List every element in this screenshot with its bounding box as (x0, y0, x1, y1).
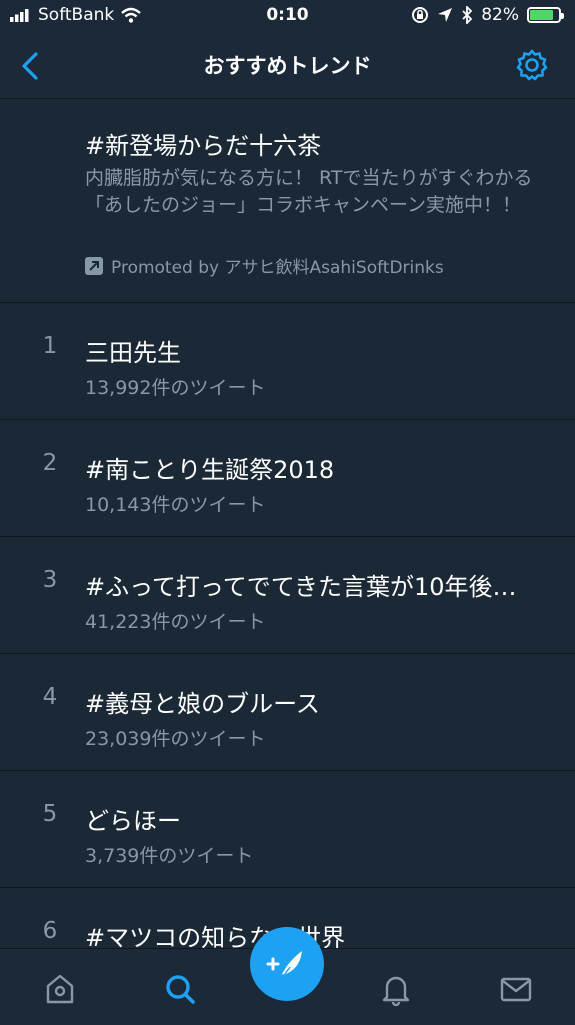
trend-rank: 2 (42, 450, 58, 476)
trend-title: どらほー (85, 807, 181, 835)
trend-title: 三田先生 (85, 339, 181, 367)
trend-count: 3,739件のツイート (85, 845, 254, 867)
status-bar: SoftBank 0:10 82% (0, 0, 575, 34)
trend-count: 23,039件のツイート (85, 728, 266, 750)
location-icon (438, 8, 453, 22)
trend-rank: 4 (42, 684, 58, 710)
promoted-trend[interactable]: #新登場からだ十六茶 内臓脂肪が気になる方に！ RTで当たりがすぐわかる「あした… (0, 99, 575, 303)
settings-button[interactable] (515, 48, 549, 82)
rotation-lock-icon (412, 7, 429, 23)
trend-item[interactable]: 5 どらほー 3,739件のツイート (0, 771, 575, 888)
trend-list: #新登場からだ十六茶 内臓脂肪が気になる方に！ RTで当たりがすぐわかる「あした… (0, 99, 575, 1005)
promoted-icon (85, 256, 103, 275)
gear-icon (516, 49, 548, 81)
battery-level (530, 10, 553, 20)
trend-count: 41,223件のツイート (85, 611, 266, 633)
tab-notifications[interactable] (376, 969, 416, 1009)
compose-tweet-button[interactable] (250, 927, 324, 1001)
promoted-description: 内臓脂肪が気になる方に！ RTで当たりがすぐわかる「あしたのジョー」コラボキャン… (85, 167, 533, 216)
trend-item[interactable]: 1 三田先生 13,992件のツイート (0, 303, 575, 420)
trend-title: #南ことり生誕祭2018 (85, 456, 335, 484)
trend-item[interactable]: 4 #義母と娘のブルース 23,039件のツイート (0, 654, 575, 771)
battery-tip (561, 13, 564, 19)
trend-item[interactable]: 2 #南ことり生誕祭2018 10,143件のツイート (0, 420, 575, 537)
trend-count: 10,143件のツイート (85, 494, 266, 516)
tab-search[interactable] (160, 969, 200, 1009)
bell-icon (382, 976, 410, 1007)
promoted-by: Promoted by アサヒ飲料AsahiSoftDrinks (85, 253, 444, 278)
trend-rank: 5 (42, 801, 58, 827)
trend-rank: 3 (42, 567, 58, 593)
home-icon (46, 974, 74, 1004)
trend-title: #義母と娘のブルース (85, 690, 320, 718)
battery-percent: 82% (481, 5, 519, 25)
page-title: おすすめトレンド (203, 54, 372, 78)
tab-messages[interactable] (496, 969, 536, 1009)
mail-icon (500, 977, 532, 1002)
trend-rank: 1 (42, 333, 58, 359)
nav-bar: おすすめトレンド (0, 34, 575, 99)
search-icon (166, 975, 195, 1004)
trend-title: #ふって打ってでてきた言葉が10年後… (85, 573, 517, 601)
trend-rank: 6 (42, 918, 58, 944)
tab-home[interactable] (40, 969, 80, 1009)
trend-item[interactable]: 3 #ふって打ってでてきた言葉が10年後… 41,223件のツイート (0, 537, 575, 654)
compose-feather-icon (266, 951, 302, 982)
status-right: 82% (411, 5, 564, 25)
promoted-by-text: Promoted by アサヒ飲料AsahiSoftDrinks (111, 258, 444, 278)
battery-icon (527, 7, 564, 23)
bluetooth-icon (462, 6, 473, 24)
trend-count: 13,992件のツイート (85, 377, 266, 399)
promoted-title: #新登場からだ十六茶 (85, 132, 322, 160)
